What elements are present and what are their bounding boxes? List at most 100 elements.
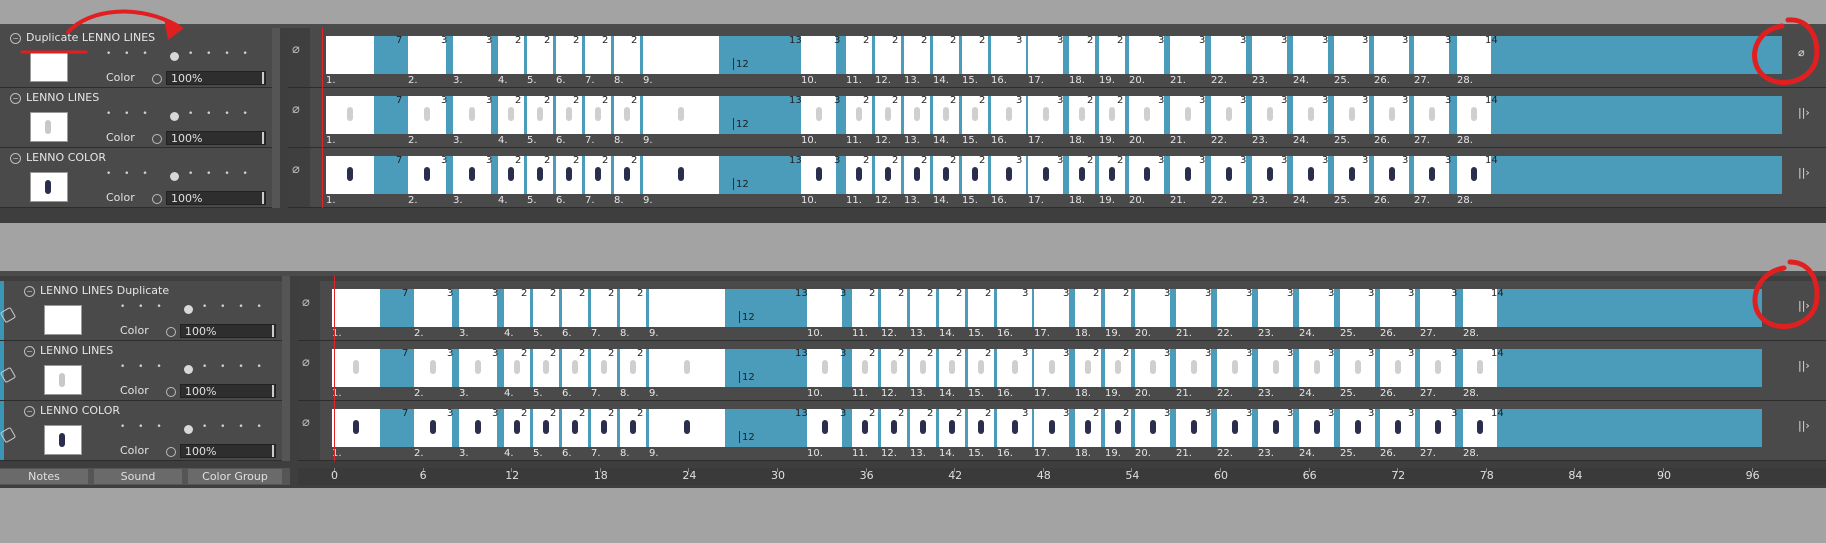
- opacity-knob[interactable]: [170, 172, 179, 181]
- cel-frame[interactable]: [1414, 156, 1449, 194]
- cel-frame[interactable]: [643, 156, 719, 194]
- cel-number: 13.: [910, 388, 926, 399]
- cel-frame[interactable]: [1420, 289, 1455, 327]
- opacity-field[interactable]: 100%: [166, 71, 266, 85]
- color-mode-icon[interactable]: [152, 134, 162, 144]
- opacity-knob[interactable]: [170, 112, 179, 121]
- cel-end-icon[interactable]: ||›: [1798, 106, 1816, 120]
- cel-frame[interactable]: [801, 36, 836, 74]
- cel-duration: 3: [1281, 35, 1288, 46]
- no-entry-icon: ⌀: [302, 415, 310, 430]
- cel-mid-marker: [739, 371, 740, 383]
- cel-duration: 2: [927, 288, 934, 299]
- visibility-toggle-icon[interactable]: −: [24, 286, 35, 297]
- visibility-toggle-icon[interactable]: −: [10, 33, 21, 44]
- cel-number: 11.: [846, 75, 862, 86]
- cel-end-icon[interactable]: ||›: [1798, 299, 1816, 313]
- tab-sound[interactable]: Sound: [94, 469, 182, 484]
- track-lock-column[interactable]: ⌀: [298, 401, 320, 460]
- color-mode-icon[interactable]: [166, 447, 176, 457]
- frame-ruler[interactable]: 0 6 12 18 24 30 36 42 48 54 60 66 72 78 84 90 96: [298, 468, 1826, 485]
- layer-scrollbar[interactable]: [282, 276, 290, 461]
- cel-frame[interactable]: [801, 156, 836, 194]
- visibility-toggle-icon[interactable]: −: [24, 406, 35, 417]
- cel-number: 14.: [933, 195, 949, 206]
- color-mode-icon[interactable]: [152, 74, 162, 84]
- cel-number: 16.: [991, 75, 1007, 86]
- color-mode-icon[interactable]: [166, 387, 176, 397]
- cel-mid-label: 12: [736, 119, 749, 130]
- cel-number: 12.: [875, 75, 891, 86]
- tab-color-group[interactable]: Color Group: [188, 469, 282, 484]
- opacity-knob[interactable]: [184, 365, 193, 374]
- cel-frame[interactable]: [1420, 349, 1455, 387]
- visibility-toggle-icon[interactable]: −: [10, 153, 21, 164]
- opacity-field[interactable]: 100%: [180, 324, 276, 338]
- cel-figure-icon: [972, 107, 978, 121]
- cel-frame[interactable]: [649, 409, 725, 447]
- cel-frame[interactable]: [1414, 96, 1449, 134]
- cel-frame[interactable]: [1420, 409, 1455, 447]
- cel-figure-icon: [1314, 360, 1320, 374]
- opacity-knob[interactable]: [184, 305, 193, 314]
- layer-header[interactable]: − LENNO COLOR • • • • • • • Color 100%: [0, 148, 272, 208]
- cel-duration: 3: [1322, 35, 1329, 46]
- cel-frame[interactable]: [807, 289, 842, 327]
- opacity-field[interactable]: 100%: [180, 384, 276, 398]
- cel-frame[interactable]: [801, 96, 836, 134]
- cel-frame[interactable]: [643, 36, 719, 74]
- layer-header[interactable]: − LENNO COLOR • • • • • • • Color 100%: [0, 401, 282, 461]
- cel-duration: 3: [1281, 155, 1288, 166]
- layer-header[interactable]: − LENNO LINES • • • • • • • Color 100%: [0, 341, 282, 401]
- cel-frame[interactable]: [1414, 36, 1449, 74]
- cel-number: 22.: [1211, 195, 1227, 206]
- cel-end-icon[interactable]: ||›: [1798, 359, 1816, 373]
- cel-duration: 14: [1491, 288, 1504, 299]
- cel-end-icon[interactable]: ||›: [1798, 166, 1816, 180]
- layer-header[interactable]: − Duplicate LENNO LINES • • • • • • • Color 1…: [0, 28, 272, 88]
- cel-frame[interactable]: [807, 409, 842, 447]
- cel-frame[interactable]: [643, 96, 719, 134]
- cel-frame[interactable]: [326, 96, 374, 134]
- cel-duration: 2: [892, 95, 899, 106]
- cel-frame[interactable]: [649, 349, 725, 387]
- cel-duration: 2: [1087, 35, 1094, 46]
- opacity-field-handle: [272, 325, 274, 337]
- track-lock-column[interactable]: ⌀: [288, 88, 310, 147]
- tab-notes[interactable]: Notes: [0, 469, 88, 484]
- cel-frame[interactable]: [807, 349, 842, 387]
- cel-frame[interactable]: [326, 156, 374, 194]
- cel-end-icon[interactable]: ||›: [1798, 419, 1816, 433]
- opacity-knob[interactable]: [184, 425, 193, 434]
- playhead-line[interactable]: [322, 28, 323, 208]
- color-mode-icon[interactable]: [166, 327, 176, 337]
- cel-number: 11.: [852, 388, 868, 399]
- layer-header[interactable]: − LENNO LINES • • • • • • • Color 100%: [0, 88, 272, 148]
- color-mode-icon[interactable]: [152, 194, 162, 204]
- playhead-line[interactable]: [334, 276, 335, 461]
- cel-figure-icon: [1429, 107, 1435, 121]
- cel-frame[interactable]: [332, 289, 380, 327]
- color-label: Color: [106, 191, 135, 204]
- layer-scrollbar[interactable]: [272, 28, 280, 208]
- cel-number: 8.: [620, 328, 630, 339]
- track-lock-column[interactable]: ⌀: [298, 281, 320, 340]
- cel-figure-icon: [1109, 107, 1115, 121]
- layer-header[interactable]: − LENNO LINES Duplicate • • • • • • • Color 1…: [0, 281, 282, 341]
- cel-frame[interactable]: [649, 289, 725, 327]
- cel-frame[interactable]: [332, 409, 380, 447]
- track-lock-column[interactable]: ⌀: [288, 28, 310, 87]
- cel-frame[interactable]: [332, 349, 380, 387]
- track-lock-column[interactable]: ⌀: [288, 148, 310, 207]
- cel-number: 25.: [1340, 448, 1356, 459]
- opacity-knob[interactable]: [170, 52, 179, 61]
- cel-frame[interactable]: [326, 36, 374, 74]
- cel-figure-icon: [1115, 360, 1121, 374]
- track-lock-column[interactable]: ⌀: [298, 341, 320, 400]
- visibility-toggle-icon[interactable]: −: [10, 93, 21, 104]
- opacity-field[interactable]: 100%: [166, 131, 266, 145]
- visibility-toggle-icon[interactable]: −: [24, 346, 35, 357]
- opacity-field[interactable]: 100%: [166, 191, 266, 205]
- opacity-field[interactable]: 100%: [180, 444, 276, 458]
- no-symbol-icon[interactable]: ⌀: [1798, 46, 1816, 60]
